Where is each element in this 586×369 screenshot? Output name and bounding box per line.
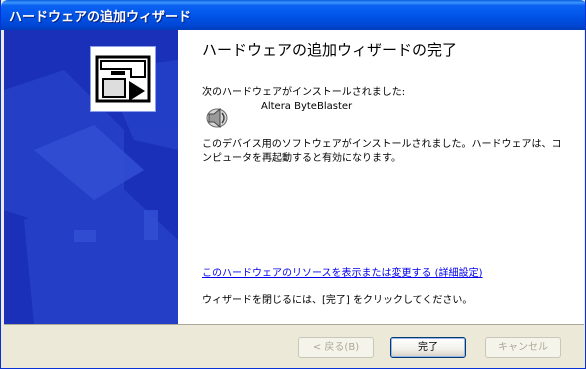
button-bar: < 戻る(B) 完了 キャンセル [4,324,584,368]
install-message-line1: このデバイス用のソフトウェアがインストールされました。ハードウェアは、コ [202,139,562,150]
installed-label: 次のハードウェアがインストールされました: [202,87,406,98]
finish-instruction: ウィザードを閉じるには、[完了] をクリックしてください。 [202,295,473,306]
install-message-line2: ンピュータを再起動すると有効になります。 [202,153,401,164]
speaker-icon [206,107,228,129]
cancel-button[interactable]: キャンセル [485,337,561,358]
wizard-window: ハードウェアの追加ウィザード ハードウェアの追加ウィザードの完了 次のハードウェ… [0,0,586,369]
hardware-icon [90,46,156,112]
title-bar[interactable]: ハードウェアの追加ウィザード [1,0,585,30]
page-title: ハードウェアの追加ウィザードの完了 [202,41,458,59]
wizard-content: ハードウェアの追加ウィザードの完了 次のハードウェアがインストールされました: … [178,30,584,324]
window-title: ハードウェアの追加ウィザード [9,10,192,25]
wizard-sidebar [4,30,178,324]
device-name: Altera ByteBlaster [261,101,353,112]
resource-settings-link[interactable]: このハードウェアのリソースを表示または変更する (詳細設定) [202,264,482,279]
back-button[interactable]: < 戻る(B) [298,337,374,358]
finish-button[interactable]: 完了 [390,337,466,358]
